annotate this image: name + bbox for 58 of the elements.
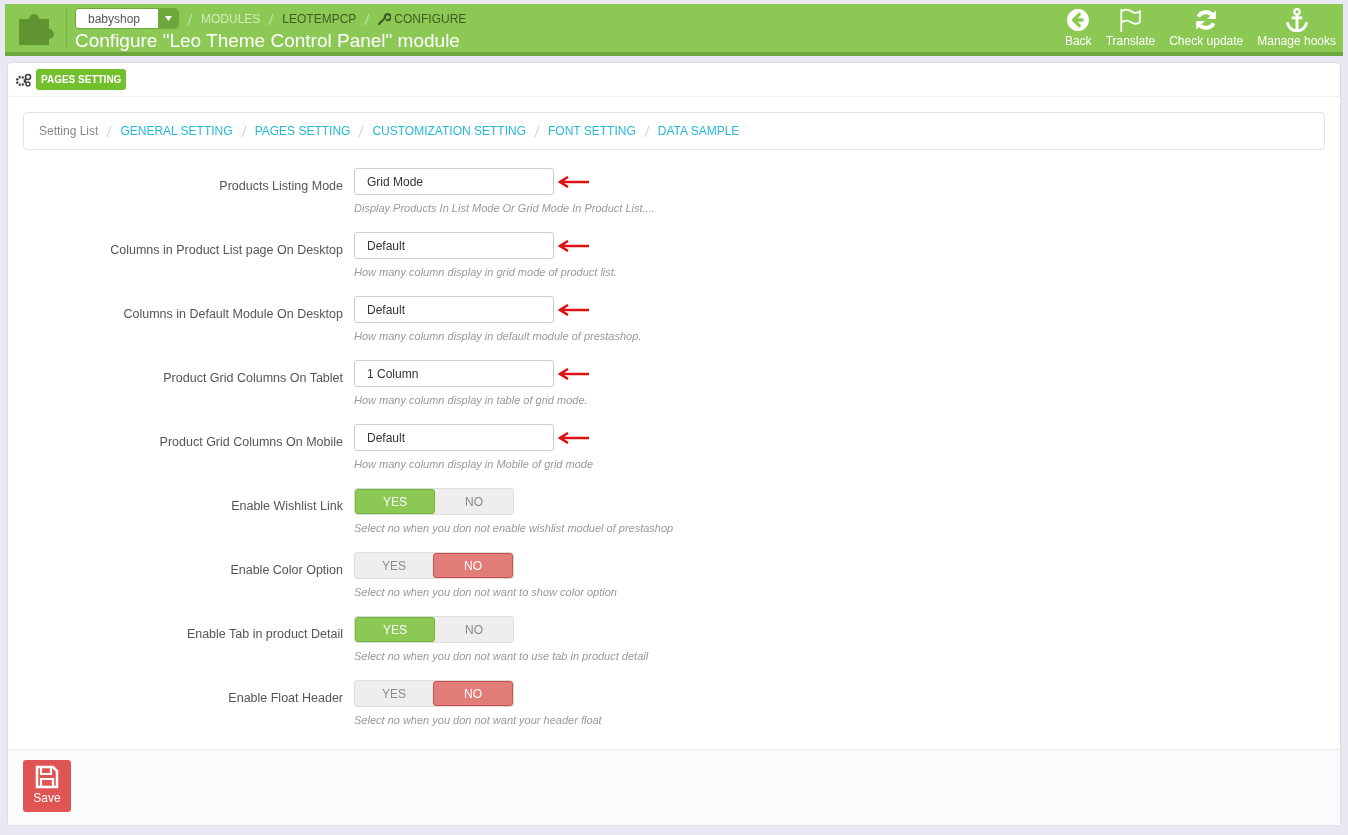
- yes-no-switch[interactable]: YES NO: [354, 552, 514, 579]
- help-text: Select no when you don not enable wishlist moduel of prestashop: [354, 521, 674, 536]
- separator-icon: [240, 125, 247, 137]
- separator-icon: [187, 13, 193, 25]
- separator-icon: [106, 125, 113, 137]
- anchor-icon: [1284, 8, 1309, 32]
- shop-select[interactable]: babyshop: [75, 8, 179, 29]
- field-label: Enable Tab in product Detail: [185, 626, 344, 643]
- separator-icon: [364, 13, 371, 25]
- settings-link[interactable]: PAGES SETTING: [254, 122, 351, 140]
- select-field[interactable]: Default: [354, 296, 554, 323]
- breadcrumb-text: Setting List: [39, 123, 99, 140]
- yes-no-switch[interactable]: YES NO: [354, 680, 514, 707]
- field-label: Product Grid Columns On Mobile: [158, 434, 344, 451]
- breadcrumb-link[interactable]: MODULES: [201, 9, 261, 28]
- select-field[interactable]: Default: [354, 424, 554, 451]
- settings-link[interactable]: CUSTOMIZATION SETTING: [372, 122, 526, 140]
- select-field[interactable]: 1 Column: [354, 360, 554, 387]
- select-field[interactable]: Default: [354, 232, 554, 259]
- separator-icon: [358, 125, 365, 137]
- toolbar-button[interactable]: Manage hooks: [1250, 4, 1343, 52]
- help-text: Select no when you don not want to show color option: [354, 585, 617, 600]
- yes-no-switch[interactable]: YES NO: [354, 488, 514, 515]
- save-button[interactable]: Save: [23, 760, 71, 812]
- settings-link[interactable]: GENERAL SETTING: [120, 122, 233, 140]
- refresh-icon: [1194, 8, 1219, 32]
- toolbar-button[interactable]: Check update: [1162, 4, 1251, 52]
- toolbar-button[interactable]: Translate: [1098, 4, 1163, 52]
- select-field[interactable]: Grid Mode: [354, 168, 554, 195]
- caret-icon: [164, 16, 172, 21]
- field-label: Enable Wishlist Link: [230, 498, 344, 515]
- page-title: Configure "Leo Theme Control Panel" module: [75, 29, 461, 53]
- help-text: Select no when you don not want to use tab in product detail: [354, 649, 649, 664]
- breadcrumb-link[interactable]: CONFIGURE: [394, 9, 467, 28]
- help-text: How many column display in table of grid mode.: [354, 393, 589, 408]
- help-text: How many column display in grid mode of product list.: [354, 265, 617, 280]
- gears-icon: [16, 72, 32, 87]
- help-text: How many column display in default module of prestashop.: [354, 329, 642, 344]
- yes-no-switch[interactable]: YES NO: [354, 616, 514, 643]
- breadcrumb-link[interactable]: LEOTEMPCP: [282, 9, 357, 28]
- field-label: Columns in Default Module On Desktop: [122, 306, 344, 323]
- field-label: Product Grid Columns On Tablet: [162, 370, 344, 387]
- field-label: Columns in Product List page On Desktop: [109, 242, 344, 259]
- separator-icon: [534, 125, 540, 137]
- help-text: How many column display in Mobile of grid mode: [354, 457, 594, 472]
- field-label: Enable Float Header: [227, 690, 344, 707]
- panel-heading: PAGES SETTING: [36, 69, 127, 90]
- separator-icon: [643, 125, 650, 137]
- wrench-icon: [378, 12, 392, 25]
- field-label: Enable Color Option: [229, 562, 344, 579]
- flag-icon: [1118, 8, 1143, 32]
- settings-link[interactable]: FONT SETTING: [548, 122, 636, 140]
- help-text: Select no when you don not want your header float: [354, 713, 602, 728]
- help-text: Display Products In List Mode Or Grid Mode In Product List....: [354, 201, 655, 216]
- toolbar-button[interactable]: Back: [1057, 4, 1099, 52]
- field-label: Products Listing Mode: [218, 178, 344, 195]
- settings-link[interactable]: DATA SAMPLE: [657, 122, 740, 140]
- separator-icon: [268, 13, 275, 25]
